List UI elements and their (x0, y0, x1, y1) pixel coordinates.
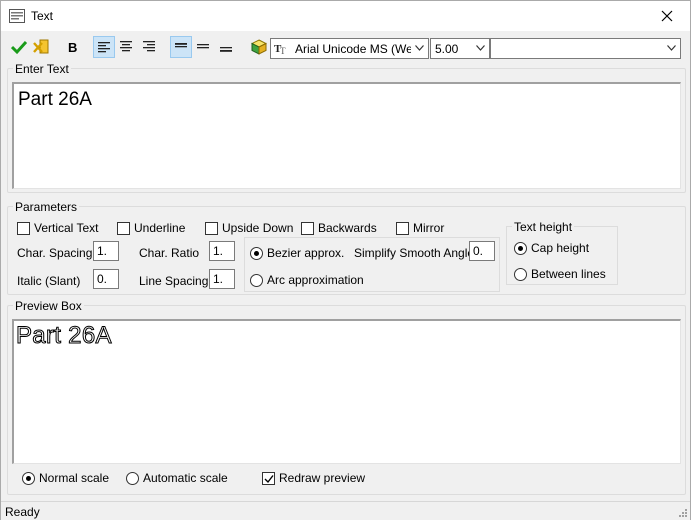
char-spacing-value: 1. (97, 244, 108, 258)
char-spacing-label: Char. Spacing (17, 246, 93, 260)
preview-box: Part 26A (12, 319, 681, 464)
align-left-button[interactable] (93, 36, 115, 58)
align-center-icon (120, 41, 132, 52)
toolbar: B T T Arial Unicode MS (We 5.00 (1, 35, 690, 59)
simplify-input[interactable]: 0. (469, 241, 495, 261)
valign-top-button[interactable] (170, 36, 192, 58)
app-icon (9, 9, 25, 23)
checkmark-icon (264, 474, 274, 483)
align-right-icon (143, 41, 155, 52)
line-spacing-input[interactable]: 1. (209, 269, 235, 289)
redraw-preview-checkbox[interactable]: Redraw preview (262, 470, 365, 486)
bezier-label: Bezier approx. (267, 246, 345, 260)
align-right-button[interactable] (139, 36, 161, 58)
backwards-checkbox[interactable]: Backwards (301, 220, 377, 236)
simplify-value: 0. (473, 244, 484, 258)
valign-middle-button[interactable] (193, 36, 215, 58)
truetype-font-icon: T T (274, 43, 286, 55)
arc-label: Arc approximation (267, 273, 364, 287)
enter-text-label: Enter Text (13, 62, 71, 76)
vertical-text-label: Vertical Text (34, 221, 99, 235)
title-bar: Text (1, 1, 690, 31)
italic-input[interactable]: 0. (93, 269, 119, 289)
cancel-button[interactable] (30, 36, 52, 58)
status-bar: Ready (1, 501, 690, 520)
underline-checkbox[interactable]: Underline (117, 220, 185, 236)
vertical-text-checkbox[interactable]: Vertical Text (17, 220, 98, 236)
align-center-button[interactable] (116, 36, 138, 58)
status-text: Ready (5, 505, 40, 519)
char-ratio-value: 1. (213, 244, 224, 258)
valign-middle-icon (197, 44, 209, 49)
cap-height-label: Cap height (531, 241, 590, 255)
mirror-label: Mirror (413, 221, 445, 235)
chevron-down-icon (667, 45, 676, 51)
line-spacing-value: 1. (213, 272, 224, 286)
redraw-preview-label: Redraw preview (279, 471, 366, 485)
checkmark-icon (11, 40, 27, 55)
char-ratio-input[interactable]: 1. (209, 241, 235, 261)
char-ratio-label: Char. Ratio (139, 246, 200, 260)
font-value: Arial Unicode MS (Weste (295, 42, 411, 56)
automatic-scale-label: Automatic scale (143, 471, 228, 485)
resize-grip-icon (679, 509, 687, 517)
size-value: 5.00 (435, 42, 459, 56)
svg-text:T: T (280, 46, 286, 55)
char-spacing-input[interactable]: 1. (93, 241, 119, 261)
valign-bottom-button[interactable] (216, 36, 238, 58)
upside-down-checkbox[interactable]: Upside Down (205, 220, 293, 236)
text-input[interactable]: Part 26A (12, 82, 681, 189)
backwards-label: Backwards (318, 221, 377, 235)
simplify-label: Simplify Smooth Angle (354, 246, 475, 260)
bold-button[interactable]: B (61, 36, 83, 58)
cube-icon (251, 39, 267, 55)
chevron-down-icon (415, 45, 424, 51)
style-combo[interactable] (490, 38, 681, 59)
underline-label: Underline (134, 221, 186, 235)
font-combo[interactable]: T T Arial Unicode MS (Weste (270, 38, 429, 59)
text-height-label: Text height (512, 220, 575, 234)
chevron-down-icon (476, 45, 485, 51)
valign-bottom-icon (220, 47, 232, 52)
text-input-value: Part 26A (18, 89, 92, 110)
bezier-radio[interactable]: Bezier approx. (250, 245, 344, 261)
normal-scale-label: Normal scale (39, 471, 110, 485)
mirror-checkbox[interactable]: Mirror (396, 220, 444, 236)
between-lines-radio[interactable]: Between lines (514, 266, 606, 282)
text-dialog: Text B T T Arial Unicode MS (We 5.00 Ent… (0, 0, 691, 520)
preview-label: Preview Box (13, 299, 84, 313)
symbol-button[interactable] (248, 36, 270, 58)
italic-label: Italic (Slant) (17, 274, 81, 288)
align-left-icon (98, 42, 110, 53)
between-lines-label: Between lines (531, 267, 606, 281)
upside-down-label: Upside Down (222, 221, 294, 235)
close-icon (661, 10, 673, 22)
line-spacing-label: Line Spacing (139, 274, 209, 288)
preview-text: Part 26A (16, 322, 112, 350)
ok-button[interactable] (8, 36, 30, 58)
size-combo[interactable]: 5.00 (430, 38, 490, 59)
window-title: Text (31, 9, 54, 23)
arc-radio[interactable]: Arc approximation (250, 272, 364, 288)
close-button[interactable] (644, 1, 690, 31)
cap-height-radio[interactable]: Cap height (514, 240, 589, 256)
valign-top-icon (175, 43, 187, 48)
automatic-scale-radio[interactable]: Automatic scale (126, 470, 228, 486)
svg-text:B: B (68, 40, 77, 55)
bold-icon: B (68, 40, 77, 55)
parameters-label: Parameters (13, 200, 80, 214)
cancel-icon (33, 39, 49, 54)
normal-scale-radio[interactable]: Normal scale (22, 470, 109, 486)
italic-value: 0. (97, 272, 108, 286)
